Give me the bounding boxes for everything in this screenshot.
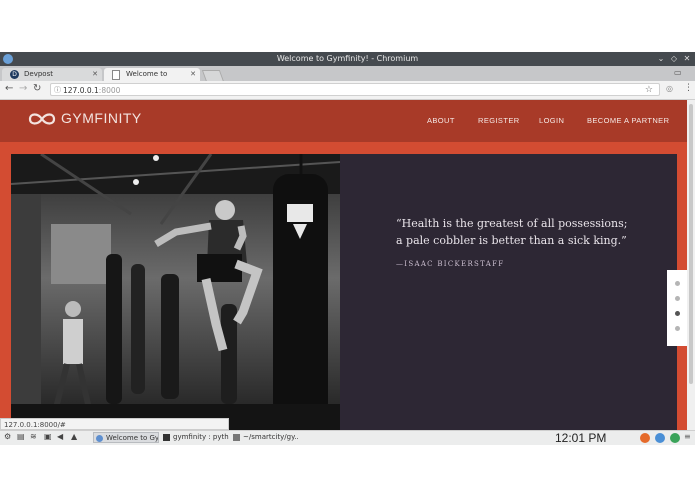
page-viewport: GYMFINITY ABOUT REGISTER LOGIN BECOME A … (0, 100, 687, 430)
firefox-icon[interactable] (640, 433, 650, 443)
pycharm-icon (163, 434, 170, 441)
app-launcher-icon[interactable] (670, 433, 680, 443)
scrollbar-thumb[interactable] (689, 104, 693, 384)
slider-pagination (667, 270, 687, 346)
chromium-icon (96, 435, 103, 442)
url-host: 127.0.0.1 (63, 86, 99, 95)
nav-become-a-partner[interactable]: BECOME A PARTNER (587, 116, 669, 125)
info-icon[interactable]: ⓘ (54, 84, 61, 97)
slider-dot[interactable] (675, 281, 680, 286)
chevron-down-icon[interactable]: ⌄ (655, 52, 667, 66)
volume-icon[interactable]: ◀ (57, 432, 63, 441)
forward-icon[interactable]: → (19, 83, 27, 94)
quote-panel: “Health is the greatest of all possessio… (340, 154, 677, 430)
bookmark-star-icon[interactable]: ☆ (645, 84, 653, 97)
back-icon[interactable]: ← (5, 83, 13, 94)
task-label: gymfinity : pyth... (173, 433, 229, 441)
slider-dot-active[interactable] (675, 311, 680, 316)
quote-author: —ISAAC BICKERSTAFF (396, 260, 505, 268)
browser-toolbar: ← → ↻ ⓘ 127.0.0.1:8000 ☆ ◎ ⋮ (0, 81, 695, 100)
hero-photo (11, 154, 340, 430)
close-tab-icon[interactable]: ✕ (92, 68, 98, 81)
extension-icon[interactable]: ◎ (666, 84, 673, 93)
nav-login[interactable]: LOGIN (539, 116, 564, 125)
task-terminal[interactable]: ~/smartcity/gy... (231, 432, 299, 443)
wifi-icon[interactable]: ≋ (30, 432, 37, 441)
nav-register[interactable]: REGISTER (478, 116, 520, 125)
window-title-bar: Welcome to Gymfinity! - Chromium ⌄ ◇ ✕ (0, 52, 695, 66)
close-icon[interactable]: ✕ (681, 52, 693, 66)
taskbar: ⚙ ▤ ≋ ▣ ◀ ▲ Welcome to Gy... gymfinity :… (0, 430, 695, 445)
profile-icon[interactable]: ▭ (674, 68, 682, 77)
clipboard-icon[interactable]: ▣ (44, 432, 52, 441)
devpost-favicon-icon: D (10, 70, 19, 79)
clock[interactable]: 12:01 PM (555, 431, 606, 445)
tab-label: Devpost (24, 70, 53, 78)
terminal-icon (233, 434, 240, 441)
status-url-bubble: 127.0.0.1:8000/# (0, 418, 229, 430)
site-brand[interactable]: GYMFINITY (61, 110, 142, 126)
close-tab-icon[interactable]: ✕ (190, 68, 196, 81)
task-label: Welcome to Gy... (106, 434, 159, 442)
settings-tray-icon[interactable]: ⚙ (4, 432, 11, 441)
task-label: ~/smartcity/gy... (243, 433, 299, 441)
url-port: :8000 (98, 86, 121, 95)
reload-icon[interactable]: ↻ (33, 83, 41, 94)
infinity-logo-icon[interactable] (27, 111, 57, 127)
boxer-training-image (11, 154, 340, 430)
task-pycharm[interactable]: gymfinity : pyth... (161, 432, 229, 443)
menu-icon[interactable]: ⋮ (684, 83, 693, 93)
chromium-launcher-icon[interactable] (655, 433, 665, 443)
page-favicon-icon (112, 70, 120, 80)
terminal-tray-icon[interactable]: ▤ (17, 432, 25, 441)
menu-lines-icon[interactable]: ≡ (684, 432, 691, 441)
window-title: Welcome to Gymfinity! - Chromium (276, 54, 419, 63)
nav-about[interactable]: ABOUT (427, 116, 455, 125)
tab-devpost[interactable]: D Devpost ✕ (2, 68, 102, 81)
task-chromium[interactable]: Welcome to Gy... (93, 432, 159, 443)
tab-strip: D Devpost ✕ Welcome to Gymfinity! ✕ ▭ (0, 66, 695, 91)
tray-expand-icon[interactable]: ▲ (71, 432, 77, 441)
site-header: GYMFINITY ABOUT REGISTER LOGIN BECOME A … (0, 100, 687, 142)
address-bar[interactable]: ⓘ 127.0.0.1:8000 ☆ (50, 83, 660, 96)
slider-dot[interactable] (675, 296, 680, 301)
tab-gymfinity[interactable]: Welcome to Gymfinity! ✕ (104, 68, 200, 91)
quote-text: “Health is the greatest of all possessio… (396, 217, 628, 247)
slider-dot[interactable] (675, 326, 680, 331)
restore-icon[interactable]: ◇ (668, 52, 680, 66)
